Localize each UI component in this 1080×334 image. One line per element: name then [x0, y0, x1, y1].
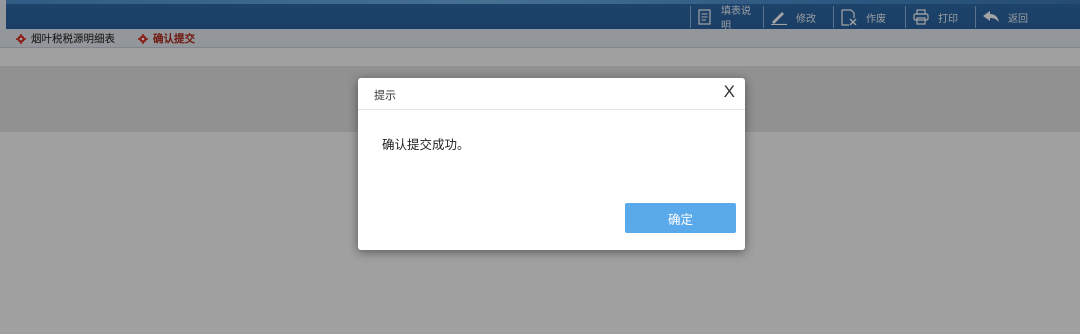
close-icon[interactable]: X: [724, 82, 735, 102]
confirm-button[interactable]: 确定: [625, 203, 736, 233]
dialog-header: 提示 X: [358, 78, 745, 110]
alert-dialog: 提示 X 确认提交成功。 确定: [358, 78, 745, 250]
dialog-message: 确认提交成功。: [382, 137, 470, 152]
dialog-title: 提示: [374, 89, 396, 102]
